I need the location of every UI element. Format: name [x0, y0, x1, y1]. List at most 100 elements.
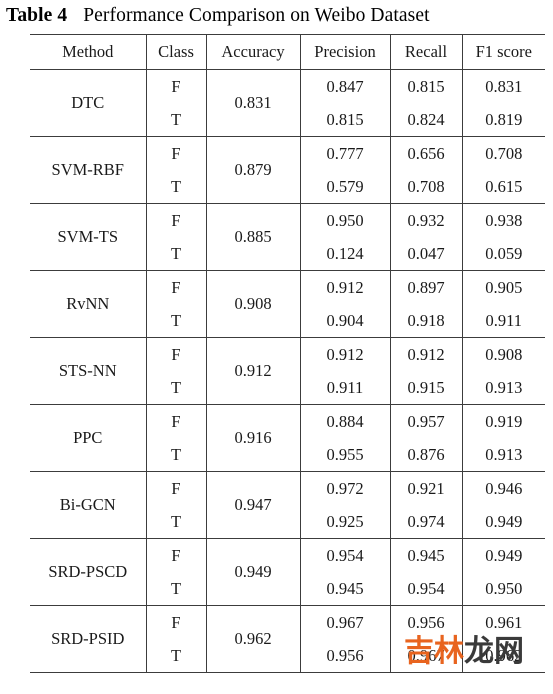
- table-caption: Table 4 Performance Comparison on Weibo D…: [6, 0, 547, 32]
- cell-class: F: [145, 69, 206, 103]
- cell-accuracy: 0.885: [205, 203, 300, 271]
- cell-recall: 0.912: [389, 337, 462, 371]
- cell-method: Bi-GCN: [30, 471, 146, 539]
- table-row: SVM-RBF F 0.879 0.777 0.656 0.708: [30, 136, 545, 204]
- cell-method: RvNN: [30, 270, 146, 338]
- cell-class: T: [145, 438, 206, 472]
- cell-f1: 0.949: [461, 505, 545, 539]
- cell-precision: 0.911: [299, 371, 390, 405]
- cell-recall: 0.047: [389, 237, 462, 271]
- cell-precision: 0.955: [299, 438, 390, 472]
- cell-method: DTC: [30, 69, 146, 137]
- cell-recall: 0.876: [389, 438, 462, 472]
- cell-class: F: [145, 203, 206, 237]
- cell-f1: 0.911: [461, 304, 545, 338]
- cell-class: T: [145, 237, 206, 271]
- table-header: Method Class Accuracy Precision Recall F…: [30, 34, 545, 70]
- cell-f1: 0.819: [461, 103, 545, 137]
- cell-accuracy: 0.912: [205, 337, 300, 405]
- cell-accuracy: 0.962: [205, 605, 300, 673]
- cell-f1: 0.962: [461, 639, 545, 673]
- cell-method: SRD-PSCD: [30, 538, 146, 606]
- cell-precision: 0.777: [299, 136, 390, 170]
- cell-precision: 0.972: [299, 471, 390, 505]
- cell-precision: 0.815: [299, 103, 390, 137]
- table-row: SRD-PSID F 0.962 0.967 0.956 0.961: [30, 605, 545, 673]
- table-row: PPC F 0.916 0.884 0.957 0.919: [30, 404, 545, 472]
- cell-precision: 0.950: [299, 203, 390, 237]
- cell-class: F: [145, 270, 206, 304]
- cell-precision: 0.912: [299, 270, 390, 304]
- cell-accuracy: 0.916: [205, 404, 300, 472]
- cell-method: STS-NN: [30, 337, 146, 405]
- cell-class: T: [145, 304, 206, 338]
- table-row: SVM-TS F 0.885 0.950 0.932 0.938: [30, 203, 545, 271]
- cell-precision: 0.847: [299, 69, 390, 103]
- cell-method: SVM-TS: [30, 203, 146, 271]
- table-row: SRD-PSCD F 0.949 0.954 0.945 0.949: [30, 538, 545, 606]
- cell-f1: 0.961: [461, 605, 545, 639]
- cell-recall: 0.954: [389, 572, 462, 606]
- cell-recall: 0.921: [389, 471, 462, 505]
- cell-f1: 0.913: [461, 371, 545, 405]
- cell-f1: 0.831: [461, 69, 545, 103]
- cell-f1: 0.913: [461, 438, 545, 472]
- cell-recall: 0.815: [389, 69, 462, 103]
- cell-f1: 0.938: [461, 203, 545, 237]
- cell-recall: 0.945: [389, 538, 462, 572]
- cell-method: SVM-RBF: [30, 136, 146, 204]
- cell-recall: 0.918: [389, 304, 462, 338]
- results-table: Method Class Accuracy Precision Recall F…: [30, 34, 545, 673]
- cell-precision: 0.884: [299, 404, 390, 438]
- cell-accuracy: 0.947: [205, 471, 300, 539]
- cell-recall: 0.915: [389, 371, 462, 405]
- cell-class: T: [145, 639, 206, 673]
- cell-f1: 0.905: [461, 270, 545, 304]
- cell-recall: 0.708: [389, 170, 462, 204]
- header-row: Method Class Accuracy Precision Recall F…: [30, 34, 545, 70]
- cell-recall: 0.824: [389, 103, 462, 137]
- cell-class: F: [145, 538, 206, 572]
- column-header-f1score: F1 score: [461, 34, 545, 70]
- cell-f1: 0.708: [461, 136, 545, 170]
- cell-recall: 0.957: [389, 404, 462, 438]
- cell-f1: 0.908: [461, 337, 545, 371]
- cell-class: F: [145, 136, 206, 170]
- cell-accuracy: 0.831: [205, 69, 300, 137]
- cell-method: PPC: [30, 404, 146, 472]
- cell-method: SRD-PSID: [30, 605, 146, 673]
- table-row: RvNN F 0.908 0.912 0.897 0.905: [30, 270, 545, 338]
- cell-class: F: [145, 404, 206, 438]
- cell-recall: 0.974: [389, 505, 462, 539]
- column-header-class: Class: [145, 34, 206, 70]
- cell-precision: 0.579: [299, 170, 390, 204]
- cell-f1: 0.946: [461, 471, 545, 505]
- cell-precision: 0.904: [299, 304, 390, 338]
- cell-recall: 0.932: [389, 203, 462, 237]
- cell-class: T: [145, 572, 206, 606]
- cell-recall: 0.897: [389, 270, 462, 304]
- cell-class: T: [145, 371, 206, 405]
- cell-class: T: [145, 170, 206, 204]
- column-header-accuracy: Accuracy: [205, 34, 300, 70]
- cell-precision: 0.954: [299, 538, 390, 572]
- column-header-precision: Precision: [299, 34, 390, 70]
- table-body: DTC F 0.831 0.847 0.815 0.831 T 0.815 0.824 0.819…: [30, 69, 545, 673]
- cell-recall: 0.967: [389, 639, 462, 673]
- cell-accuracy: 0.908: [205, 270, 300, 338]
- cell-accuracy: 0.879: [205, 136, 300, 204]
- column-header-method: Method: [30, 34, 146, 70]
- results-table-container: Method Class Accuracy Precision Recall F…: [30, 34, 545, 684]
- cell-class: T: [145, 103, 206, 137]
- table-row: DTC F 0.831 0.847 0.815 0.831: [30, 69, 545, 137]
- cell-precision: 0.912: [299, 337, 390, 371]
- cell-class: F: [145, 471, 206, 505]
- cell-f1: 0.950: [461, 572, 545, 606]
- table-caption-label: Table 4: [6, 5, 68, 26]
- cell-f1: 0.059: [461, 237, 545, 271]
- cell-class: F: [145, 605, 206, 639]
- table-caption-text: Performance Comparison on Weibo Dataset: [83, 5, 430, 26]
- cell-precision: 0.967: [299, 605, 390, 639]
- cell-recall: 0.956: [389, 605, 462, 639]
- cell-precision: 0.956: [299, 639, 390, 673]
